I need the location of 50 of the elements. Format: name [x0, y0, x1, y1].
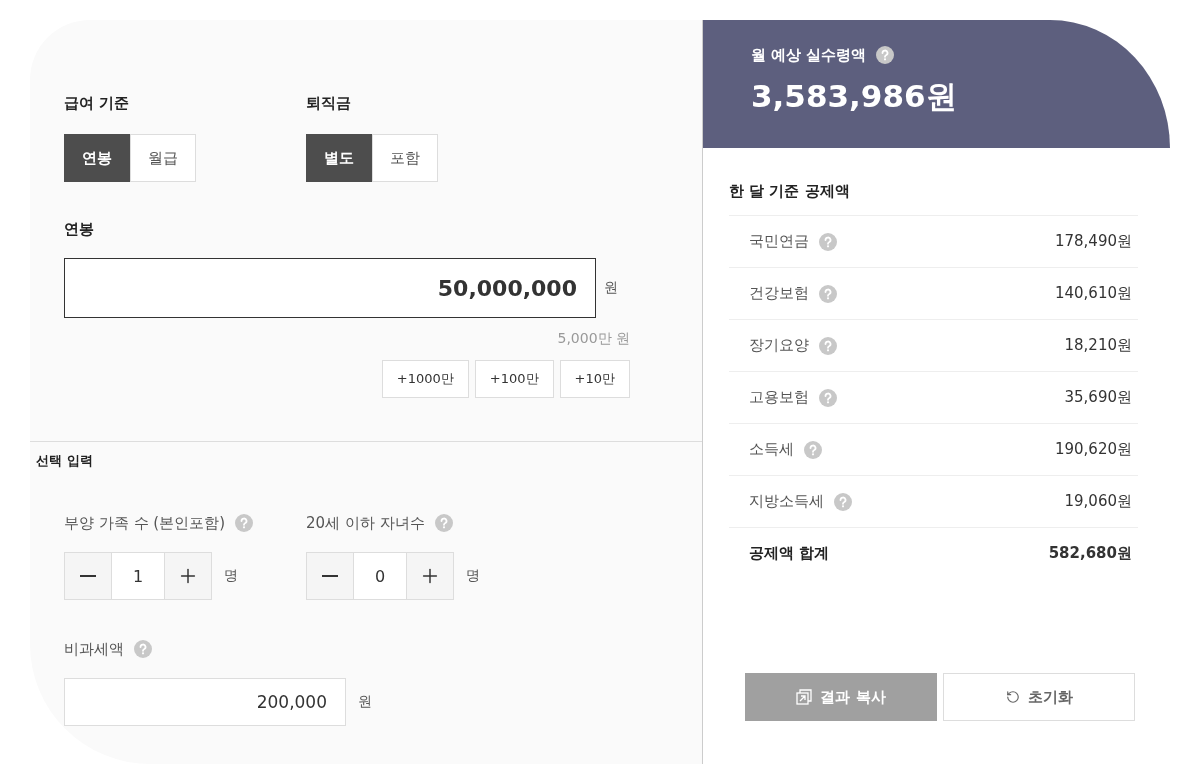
group-label: 퇴직금 — [306, 93, 351, 113]
unit-label: 명 — [224, 567, 238, 585]
deduction-value: 140,610원 — [1054, 284, 1132, 303]
section-title: 선택 입력 — [36, 452, 94, 470]
salary-input[interactable]: 50,000,000 — [64, 258, 596, 318]
help-icon[interactable] — [876, 46, 895, 64]
total-label: 공제액 합계 — [749, 544, 830, 563]
minus-icon — [80, 575, 96, 577]
deduction-label: 소득세 — [749, 440, 794, 459]
toggle-option[interactable]: 연봉 — [64, 134, 130, 182]
unit-label: 원 — [604, 279, 618, 297]
increment-button[interactable]: +1000만 — [381, 360, 469, 398]
salary-label: 연봉 — [64, 219, 94, 239]
toggle-option[interactable]: 포함 — [372, 134, 438, 182]
deduction-value: 178,490원 — [1054, 232, 1132, 251]
toggle-option[interactable]: 월급 — [130, 134, 196, 182]
deduction-value: 19,060원 — [1064, 492, 1132, 511]
deductions-title: 한 달 기준 공제액 — [729, 182, 851, 201]
increment-button[interactable]: +10만 — [559, 360, 630, 398]
toggle-option[interactable]: 별도 — [306, 134, 372, 182]
counter-value[interactable]: 0 — [353, 553, 407, 599]
reset-icon — [1005, 690, 1020, 704]
plus-button[interactable] — [165, 553, 211, 599]
copy-icon — [796, 689, 813, 705]
unit-label: 명 — [466, 567, 480, 585]
deduction-label: 장기요양 — [749, 336, 809, 355]
minus-button[interactable] — [65, 553, 111, 599]
deduction-value: 190,620원 — [1054, 440, 1132, 459]
total-value: 582,680원 — [1048, 544, 1132, 563]
deduction-value: 18,210원 — [1064, 336, 1132, 355]
counter-label: 부양 가족 수 (본인포함) — [64, 513, 225, 533]
deduction-label: 고용보험 — [749, 388, 809, 407]
counter-value[interactable]: 1 — [111, 553, 165, 599]
deduction-label: 지방소득세 — [749, 492, 824, 511]
salary-hint: 5,000만 원 — [557, 330, 630, 348]
deduction-value: 35,690원 — [1064, 388, 1132, 407]
minus-button[interactable] — [307, 553, 353, 599]
plus-button[interactable] — [407, 553, 453, 599]
group-label: 급여 기준 — [64, 93, 130, 113]
minus-icon — [322, 575, 338, 577]
non-taxable-input[interactable]: 200,000 — [64, 678, 346, 726]
result-title: 월 예상 실수령액 — [751, 45, 867, 65]
increment-button[interactable]: +100만 — [474, 360, 554, 398]
reset-button[interactable]: 초기화 — [943, 673, 1135, 721]
deduction-label: 국민연금 — [749, 232, 809, 251]
counter-label: 20세 이하 자녀수 — [306, 513, 425, 533]
non-taxable-label: 비과세액 — [64, 639, 124, 659]
unit-label: 원 — [358, 693, 372, 711]
deduction-label: 건강보험 — [749, 284, 809, 303]
net-amount: 3,583,986원 — [751, 77, 958, 116]
